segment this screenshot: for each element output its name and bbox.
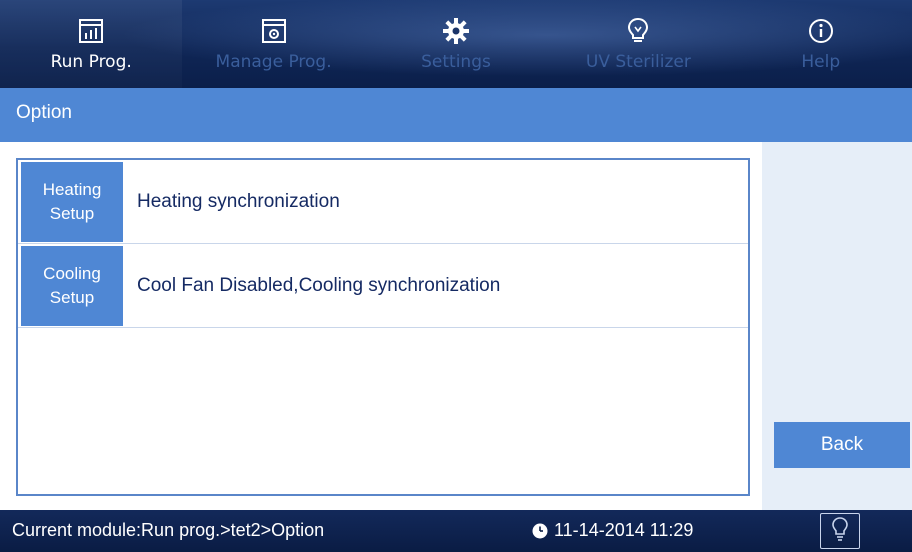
back-button[interactable]: Back [774,422,910,468]
gear-icon [441,16,471,46]
tab-uv-sterilizer[interactable]: UV Sterilizer [547,0,729,88]
row-heading: Cooling Setup [21,245,123,326]
page-header: Option [0,88,912,142]
tab-manage-prog[interactable]: Manage Prog. [182,0,364,88]
tab-run-prog[interactable]: Run Prog. [0,0,183,88]
tab-label: Settings [421,52,491,72]
program-window-icon [259,16,289,46]
tab-help[interactable]: Help [730,0,912,88]
tab-settings[interactable]: Settings [365,0,547,88]
info-icon [806,16,836,46]
chart-window-icon [76,16,106,46]
tab-label: Manage Prog. [215,52,332,72]
tab-label: Run Prog. [50,52,132,72]
row-value: Heating synchronization [137,190,340,212]
datetime-display: 11-14-2014 11:29 [532,520,693,541]
light-toggle-button[interactable] [820,513,860,549]
option-row-heating[interactable]: Heating Setup Heating synchronization [18,160,748,244]
lightbulb-icon [623,16,653,46]
datetime-text: 11-14-2014 11:29 [554,520,694,540]
status-bar: Current module:Run prog.>tet2>Option 11-… [0,510,912,552]
options-table: Heating Setup Heating synchronization Co… [16,158,750,496]
tab-label: Help [801,52,841,72]
clock-icon [532,523,548,539]
top-navigation: Run Prog. Manage Prog. Settings UV Steri… [0,0,912,88]
tab-label: UV Sterilizer [585,52,691,72]
option-row-cooling[interactable]: Cooling Setup Cool Fan Disabled,Cooling … [18,244,748,328]
page-title: Option [16,102,72,123]
lightbulb-icon [831,516,849,546]
row-value: Cool Fan Disabled,Cooling synchronizatio… [137,274,501,296]
current-module-text: Current module:Run prog.>tet2>Option [12,520,325,540]
row-heading: Heating Setup [21,161,123,242]
